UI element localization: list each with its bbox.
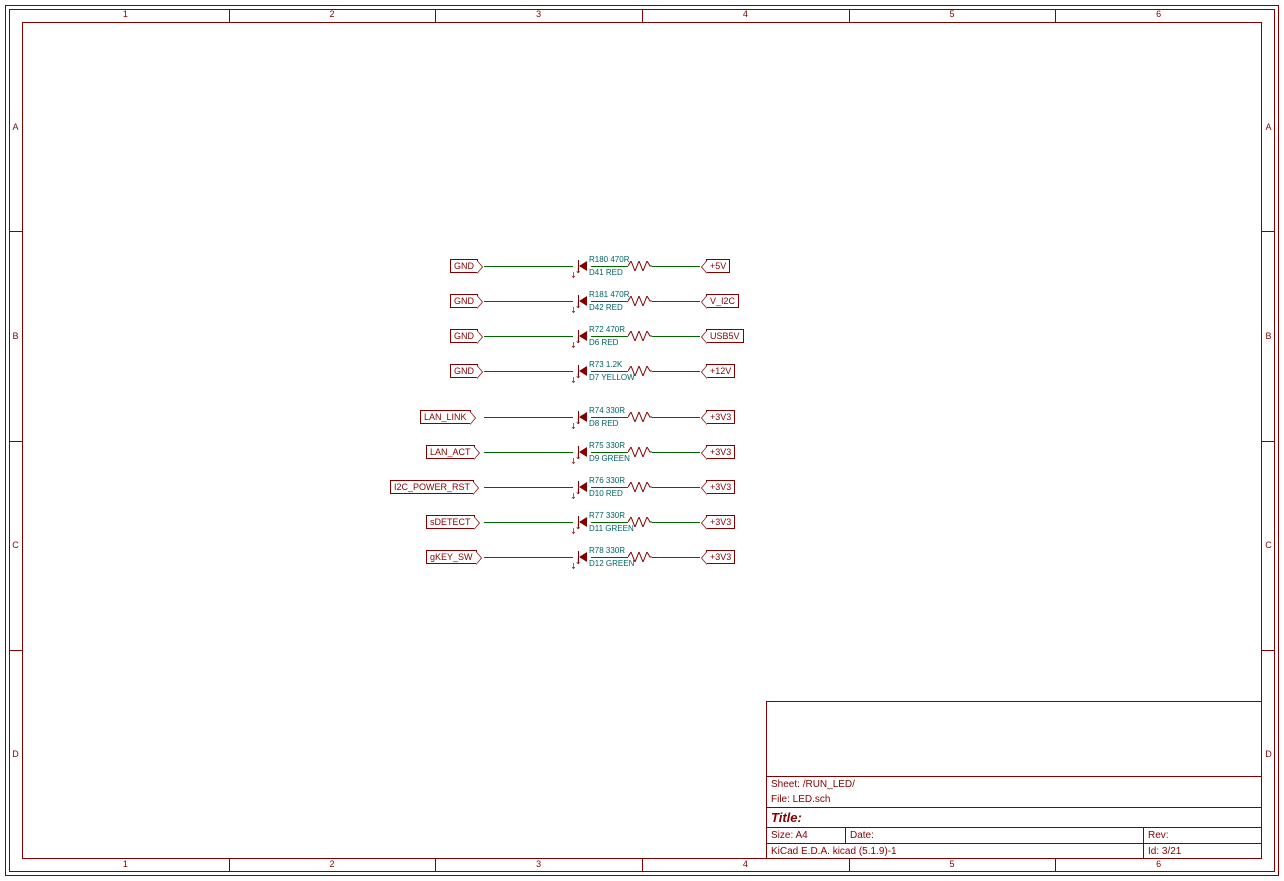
net-label-left: GND	[450, 329, 478, 343]
net-label-left: GND	[450, 294, 478, 308]
resistor-ref: R76 330R	[589, 476, 625, 485]
ruler-col-label: 6	[1154, 9, 1164, 22]
wire	[591, 452, 628, 453]
wire	[652, 522, 700, 523]
net-label-right: USB5V	[706, 329, 744, 343]
ruler-col-label: 2	[327, 9, 337, 22]
net-label-left: LAN_LINK	[420, 410, 471, 424]
ruler-col-label: 3	[534, 9, 544, 22]
wire	[591, 487, 628, 488]
net-label-right: +3V3	[706, 445, 735, 459]
net-label-right: V_I2C	[706, 294, 739, 308]
ruler-row-label: A	[1262, 122, 1275, 132]
ruler-col-label: 3	[534, 859, 544, 872]
ruler-col-label: 4	[740, 9, 750, 22]
resistor-ref: R180 470R	[589, 255, 629, 264]
led-ref: D7 YELLOW	[589, 373, 635, 382]
wire	[652, 336, 700, 337]
ruler-col-label: 5	[947, 9, 957, 22]
wire	[484, 487, 573, 488]
wire	[484, 417, 573, 418]
resistor-ref: R78 330R	[589, 546, 625, 555]
led-ref: D12 GREEN	[589, 559, 634, 568]
wire	[652, 417, 700, 418]
wire	[484, 452, 573, 453]
ruler-col-label: 4	[740, 859, 750, 872]
wire	[652, 301, 700, 302]
led-ref: D11 GREEN	[589, 524, 634, 533]
ruler-row-label: C	[1262, 540, 1275, 550]
ruler-col-label: 6	[1154, 859, 1164, 872]
ruler-row-label: D	[1262, 749, 1275, 759]
wire	[591, 301, 628, 302]
ruler-col-label: 5	[947, 859, 957, 872]
net-label-right: +3V3	[706, 515, 735, 529]
wire	[591, 371, 628, 372]
wire	[652, 452, 700, 453]
led-ref: D41 RED	[589, 268, 623, 277]
wire	[591, 522, 628, 523]
wire	[484, 557, 573, 558]
resistor-symbol	[628, 412, 652, 422]
kicad-label: KiCad E.D.A. kicad (5.1.9)-1	[771, 846, 897, 857]
wire	[591, 417, 628, 418]
ruler-col-label: 1	[120, 859, 130, 872]
resistor-ref: R77 330R	[589, 511, 625, 520]
net-label-right: +3V3	[706, 410, 735, 424]
wire	[484, 522, 573, 523]
size-label: Size: A4	[771, 830, 808, 841]
net-label-left: I2C_POWER_RST	[390, 480, 474, 494]
net-label-right: +5V	[706, 259, 730, 273]
led-ref: D42 RED	[589, 303, 623, 312]
wire	[652, 266, 700, 267]
wire	[591, 557, 628, 558]
date-label: Date:	[850, 830, 874, 841]
ruler-col-label: 2	[327, 859, 337, 872]
net-label-left: gKEY_SW	[426, 550, 477, 564]
file-label: File: LED.sch	[771, 794, 830, 805]
rev-label: Rev:	[1148, 830, 1169, 841]
led-ref: D8 RED	[589, 419, 618, 428]
wire	[652, 371, 700, 372]
led-ref: D10 RED	[589, 489, 623, 498]
ruler-row-label: A	[9, 122, 22, 132]
net-label-left: sDETECT	[426, 515, 475, 529]
resistor-symbol	[628, 331, 652, 341]
net-label-left: LAN_ACT	[426, 445, 475, 459]
led-ref: D6 RED	[589, 338, 618, 347]
net-label-right: +12V	[706, 364, 735, 378]
resistor-ref: R181 470R	[589, 290, 629, 299]
wire	[484, 266, 573, 267]
wire	[484, 301, 573, 302]
wire	[652, 487, 700, 488]
ruler-row-label: B	[1262, 331, 1275, 341]
ruler-row-label: D	[9, 749, 22, 759]
wire	[484, 336, 573, 337]
ruler-col-label: 1	[120, 9, 130, 22]
wire	[591, 336, 628, 337]
net-label-left: GND	[450, 259, 478, 273]
resistor-symbol	[628, 482, 652, 492]
wire	[591, 266, 628, 267]
wire	[652, 557, 700, 558]
resistor-ref: R72 470R	[589, 325, 625, 334]
resistor-ref: R73 1.2K	[589, 360, 622, 369]
net-label-left: GND	[450, 364, 478, 378]
resistor-ref: R75 330R	[589, 441, 625, 450]
resistor-symbol	[628, 261, 652, 271]
id-label: Id: 3/21	[1148, 846, 1181, 857]
sheet-label: Sheet: /RUN_LED/	[771, 779, 855, 790]
resistor-symbol	[628, 296, 652, 306]
ruler-row-label: B	[9, 331, 22, 341]
title-block: Sheet: /RUN_LED/ File: LED.sch Title: Si…	[766, 701, 1262, 859]
title-label: Title:	[771, 810, 802, 825]
led-ref: D9 GREEN	[589, 454, 630, 463]
resistor-ref: R74 330R	[589, 406, 625, 415]
ruler-row-label: C	[9, 540, 22, 550]
resistor-symbol	[628, 447, 652, 457]
net-label-right: +3V3	[706, 480, 735, 494]
net-label-right: +3V3	[706, 550, 735, 564]
wire	[484, 371, 573, 372]
